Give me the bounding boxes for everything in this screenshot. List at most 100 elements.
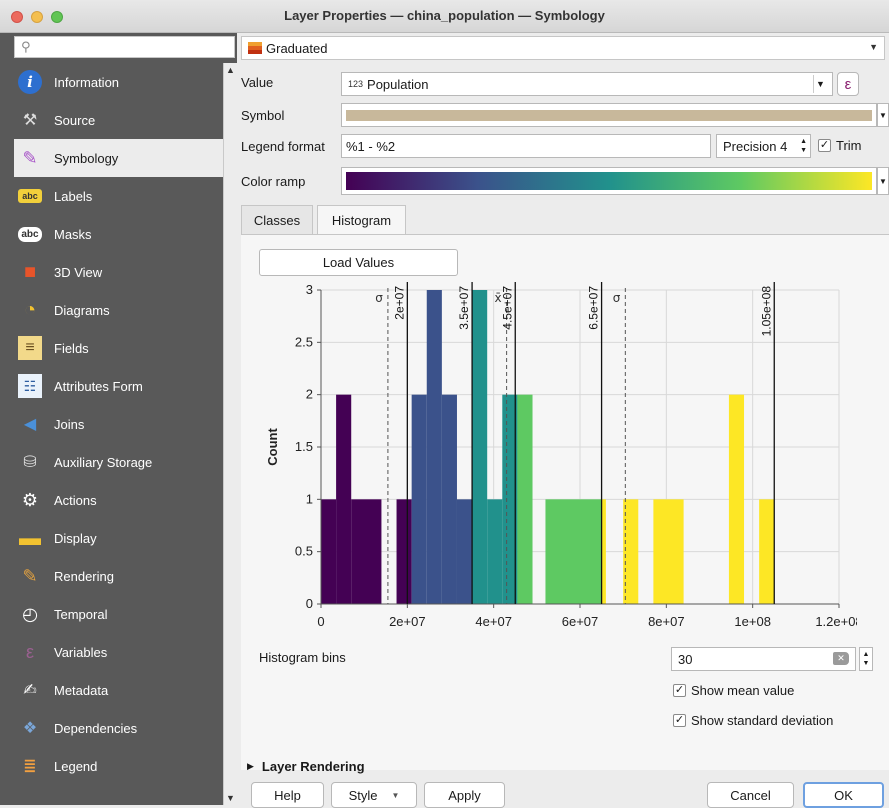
- show-mean-checkbox[interactable]: ✓ Show mean value: [673, 683, 794, 698]
- epsilon-icon: ε: [844, 75, 852, 93]
- color-ramp-gradient: [346, 172, 872, 190]
- sidebar-item-legend[interactable]: ≣ Legend: [14, 747, 223, 785]
- check-icon: ✓: [818, 139, 831, 152]
- check-icon: ✓: [673, 714, 686, 727]
- database-icon: ⛁: [23, 454, 37, 471]
- x-tick-label: 8e+07: [648, 614, 685, 629]
- title-bar: Layer Properties — china_population — Sy…: [0, 0, 889, 33]
- sidebar-item-label: Fields: [54, 340, 89, 356]
- sidebar-item-label: Symbology: [54, 150, 119, 166]
- clock-icon: ◴: [22, 603, 38, 624]
- tab-histogram[interactable]: Histogram: [317, 205, 406, 235]
- sidebar-item-label: Source: [54, 112, 96, 128]
- sidebar-search-input[interactable]: ⚲: [14, 36, 235, 58]
- x-tick-label: 2e+07: [389, 614, 426, 629]
- chevron-down-icon: ▼: [813, 75, 827, 93]
- bins-stepper-icon[interactable]: ▲ ▼: [859, 647, 873, 671]
- ok-button[interactable]: OK: [803, 782, 884, 808]
- form-icon: ☷: [18, 374, 42, 398]
- tab-classes[interactable]: Classes: [241, 205, 313, 235]
- scroll-down-icon[interactable]: ▼: [226, 793, 235, 803]
- epsilon-icon: ε: [25, 641, 35, 662]
- legend-format-input[interactable]: %1 - %2: [341, 134, 711, 158]
- value-label: Value: [241, 75, 274, 90]
- stat-line-label: σ: [375, 291, 383, 305]
- show-std-checkbox[interactable]: ✓ Show standard deviation: [673, 713, 833, 728]
- y-tick-label: 2.5: [295, 334, 313, 349]
- precision-spinbox[interactable]: Precision 4 ▲ ▼: [716, 134, 811, 158]
- color-ramp-button[interactable]: [341, 167, 877, 195]
- paintbrush-icon: ✎: [22, 565, 38, 586]
- sidebar-item-auxiliary-storage[interactable]: ⛁ Auxiliary Storage: [14, 443, 223, 481]
- y-tick-label: 1: [306, 491, 313, 506]
- histogram-bar: [545, 499, 602, 604]
- value-field-text: Population: [367, 76, 429, 92]
- check-icon: ✓: [673, 684, 686, 697]
- sidebar-item-dependencies[interactable]: ❖ Dependencies: [14, 709, 223, 747]
- color-ramp-label: Color ramp: [241, 174, 306, 189]
- histogram-bar: [321, 499, 337, 604]
- trim-checkbox[interactable]: ✓ Trim: [818, 138, 862, 153]
- sidebar-item-joins[interactable]: ◀ Joins: [14, 405, 223, 443]
- symbol-button[interactable]: [341, 103, 877, 127]
- chevron-down-icon: ▼: [391, 790, 400, 800]
- sidebar-item-label: Masks: [54, 226, 92, 242]
- sidebar-scrollbar[interactable]: ▲ ▼: [223, 63, 237, 805]
- histogram-bar: [411, 394, 427, 604]
- histogram-bar: [517, 394, 533, 604]
- stat-line-label: σ: [613, 291, 621, 305]
- sidebar-item-masks[interactable]: abc Masks: [14, 215, 223, 253]
- sidebar-item-label: Legend: [54, 758, 98, 774]
- sidebar-item-symbology[interactable]: ✎ Symbology: [14, 139, 223, 177]
- stepper-icon[interactable]: ▲ ▼: [800, 137, 807, 155]
- chevron-down-icon: ▼: [869, 42, 878, 52]
- sidebar-item-label: Display: [54, 530, 97, 546]
- fields-icon: ≡: [18, 336, 42, 360]
- sidebar-item-attributes-form[interactable]: ☷ Attributes Form: [14, 367, 223, 405]
- help-button[interactable]: Help: [251, 782, 324, 808]
- renderer-type-value: Graduated: [266, 40, 328, 56]
- source-icon: ⚒: [22, 112, 38, 129]
- apply-button[interactable]: Apply: [424, 782, 505, 808]
- load-values-button[interactable]: Load Values: [259, 249, 458, 276]
- show-mean-label: Show mean value: [691, 683, 795, 698]
- sidebar-item-diagrams[interactable]: ◔ Diagrams: [14, 291, 223, 329]
- sidebar-item-label: Joins: [54, 416, 85, 432]
- search-icon: ⚲: [21, 39, 31, 54]
- sidebar-item-information[interactable]: i Information: [14, 63, 223, 101]
- histogram-bins-label: Histogram bins: [259, 650, 346, 665]
- sidebar-item-variables[interactable]: ε Variables: [14, 633, 223, 671]
- symbol-label: Symbol: [241, 108, 285, 123]
- sidebar-item-temporal[interactable]: ◴ Temporal: [14, 595, 223, 633]
- sidebar-item-metadata[interactable]: ✍ Metadata: [14, 671, 223, 709]
- x-tick-label: 6e+07: [562, 614, 599, 629]
- y-tick-label: 0: [306, 596, 313, 611]
- speech-bubble-icon: ▬: [19, 525, 41, 550]
- cancel-button[interactable]: Cancel: [707, 782, 794, 808]
- scroll-up-icon[interactable]: ▲: [226, 65, 235, 75]
- sidebar-item-display[interactable]: ▬ Display: [14, 519, 223, 557]
- histogram-bar: [441, 394, 457, 604]
- histogram-bins-spinbox[interactable]: 30 ✕: [671, 647, 856, 671]
- expression-button[interactable]: ε: [837, 72, 859, 96]
- renderer-type-select[interactable]: Graduated ▼: [241, 36, 885, 60]
- sidebar-item-fields[interactable]: ≡ Fields: [14, 329, 223, 367]
- style-button[interactable]: Style ▼: [331, 782, 417, 808]
- color-ramp-dropdown-arrow[interactable]: ▼: [877, 167, 889, 195]
- histogram-bar: [728, 394, 745, 604]
- symbol-dropdown-arrow[interactable]: ▼: [877, 103, 889, 127]
- gear-icon: ⚙: [21, 489, 39, 510]
- sidebar-item-labels[interactable]: abc Labels: [14, 177, 223, 215]
- sidebar-item-rendering[interactable]: ✎ Rendering: [14, 557, 223, 595]
- y-tick-label: 1.5: [295, 439, 313, 454]
- graduated-icon: [248, 42, 262, 54]
- x-tick-label: 4e+07: [475, 614, 512, 629]
- sidebar-item-source[interactable]: ⚒ Source: [14, 101, 223, 139]
- sidebar-item-actions[interactable]: ⚙ Actions: [14, 481, 223, 519]
- numeric-field-icon: 123: [348, 79, 364, 89]
- clear-icon[interactable]: ✕: [833, 652, 849, 665]
- layer-rendering-section[interactable]: ▶ Layer Rendering: [247, 759, 365, 774]
- disclosure-triangle-icon: ▶: [247, 761, 254, 771]
- sidebar-item-3d-view[interactable]: ■ 3D View: [14, 253, 223, 291]
- value-field-select[interactable]: 123 Population ▼: [341, 72, 833, 96]
